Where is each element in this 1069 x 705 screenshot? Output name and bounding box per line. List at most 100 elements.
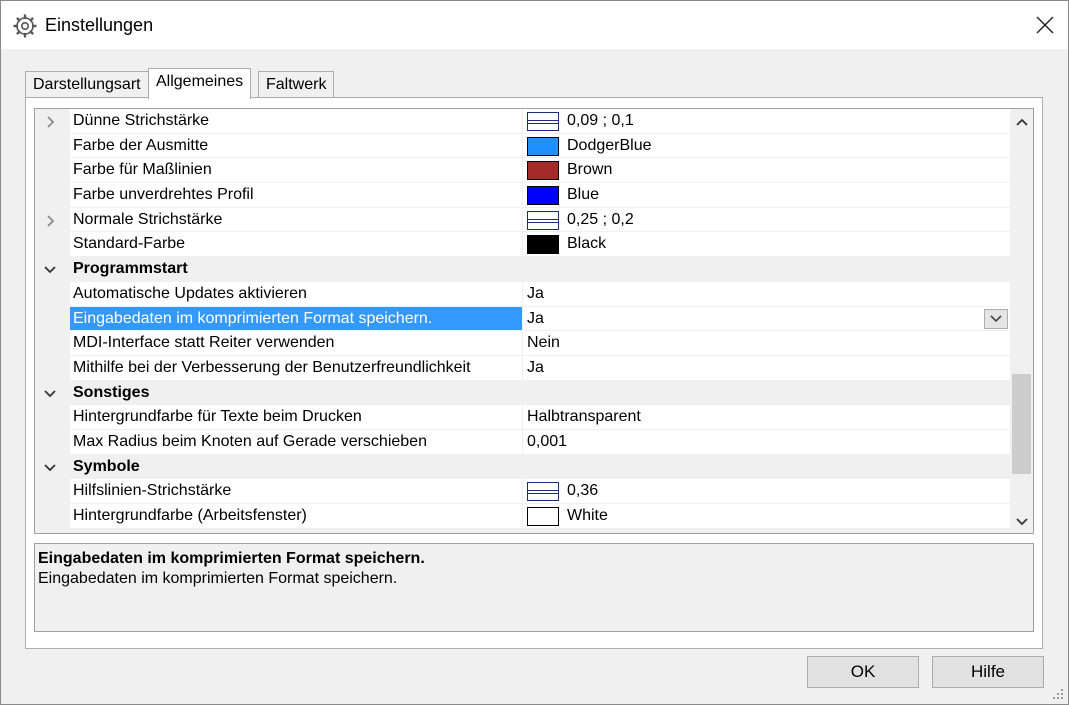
property-row[interactable]: Automatische Updates aktivieren Ja — [35, 281, 1010, 307]
row-margin — [35, 504, 70, 528]
property-value: Ja — [527, 309, 544, 327]
tab-allgemeines[interactable]: Allgemeines — [148, 68, 252, 99]
property-value-cell[interactable]: Halbtransparent — [523, 405, 1010, 429]
property-name[interactable]: Hintergrundfarbe für Texte beim Drucken — [70, 405, 522, 429]
close-button[interactable] — [1022, 1, 1068, 49]
property-value-cell[interactable]: 0,001 — [523, 429, 1010, 454]
property-value-cell[interactable]: Ja — [523, 281, 1010, 306]
color-swatch — [527, 161, 559, 181]
row-margin — [35, 183, 70, 207]
row-margin — [35, 232, 70, 257]
property-value-cell[interactable]: DodgerBlue — [523, 133, 1010, 158]
property-value: Black — [567, 235, 607, 253]
category-row[interactable]: Sonstiges — [35, 380, 1010, 406]
category-row[interactable]: Symbole — [35, 454, 1010, 480]
property-value: Ja — [527, 284, 544, 302]
property-row[interactable]: Farbe für Maßlinien Brown — [35, 158, 1010, 184]
property-row[interactable]: Eingabedaten im komprimierten Format spe… — [35, 306, 1010, 332]
line-weight-preview-icon — [527, 482, 559, 502]
help-button[interactable]: Hilfe — [932, 656, 1044, 688]
property-name[interactable]: MDI-Interface statt Reiter verwenden — [70, 331, 522, 355]
scroll-up-button[interactable] — [1010, 111, 1033, 133]
row-margin — [35, 158, 70, 183]
line-weight-preview-icon — [527, 112, 559, 131]
category-label[interactable]: Sonstiges — [70, 380, 522, 405]
description-body: Eingabedaten im komprimierten Format spe… — [38, 570, 398, 587]
property-value-cell[interactable]: White — [523, 504, 1010, 528]
property-row[interactable]: Max Radius beim Knoten auf Gerade versch… — [35, 429, 1010, 455]
settings-dialog: Einstellungen Darstellungsart Allgemeine… — [0, 0, 1069, 705]
property-name[interactable]: Standard-Farbe — [70, 232, 522, 257]
property-name[interactable]: Farbe unverdrehtes Profil — [70, 183, 522, 207]
property-row[interactable]: Dünne Strichstärke 0,09 ; 0,1 — [35, 109, 1010, 134]
property-value: 0,001 — [527, 432, 568, 450]
row-margin — [35, 306, 70, 331]
property-value: White — [567, 507, 608, 524]
category-label[interactable]: Symbole — [70, 454, 522, 479]
property-row[interactable]: Hintergrundfarbe (Arbeitsfenster) White — [35, 504, 1010, 529]
property-row[interactable]: Hintergrundfarbe für Texte beim Drucken H… — [35, 405, 1010, 430]
color-swatch — [527, 507, 559, 526]
category-fill — [523, 257, 1010, 281]
property-name[interactable]: Hilfslinien-Strichstärke — [70, 479, 522, 503]
chevron-down-icon[interactable] — [43, 387, 57, 401]
category-label[interactable]: Programmstart — [70, 257, 522, 281]
color-swatch — [527, 136, 559, 156]
dropdown-button[interactable] — [984, 308, 1008, 329]
property-row[interactable]: Normale Strichstärke 0,25 ; 0,2 — [35, 207, 1010, 233]
property-name[interactable]: Normale Strichstärke — [70, 207, 522, 232]
property-name[interactable]: Mithilfe bei der Verbesserung der Benutz… — [70, 355, 522, 380]
property-row[interactable]: Hilfslinien-Strichstärke 0,36 — [35, 479, 1010, 504]
property-value: 0,36 — [567, 482, 599, 500]
property-value-cell[interactable]: 0,36 — [523, 479, 1010, 503]
property-name[interactable]: Dünne Strichstärke — [70, 109, 522, 133]
property-row[interactable]: Standard-Farbe Black — [35, 232, 1010, 258]
chevron-down-icon[interactable] — [43, 461, 57, 475]
property-name[interactable]: Eingabedaten im komprimierten Format spe… — [70, 306, 522, 331]
chevron-down-icon — [1015, 518, 1028, 526]
property-value: Blue — [567, 186, 600, 204]
property-name[interactable]: Max Radius beim Knoten auf Gerade versch… — [70, 429, 522, 454]
property-name[interactable]: Automatische Updates aktivieren — [70, 281, 522, 306]
tab-faltwerk[interactable]: Faltwerk — [258, 71, 335, 98]
property-value: Halbtransparent — [527, 408, 641, 426]
property-name[interactable]: Farbe der Ausmitte — [70, 133, 522, 158]
property-value-cell[interactable]: Brown — [523, 158, 1010, 183]
property-value: 0,25 ; 0,2 — [567, 210, 634, 228]
property-value-cell[interactable]: Ja — [523, 355, 1010, 380]
vertical-scrollbar[interactable] — [1010, 109, 1033, 533]
property-value-cell[interactable]: 0,09 ; 0,1 — [523, 109, 1010, 133]
property-rows: Dünne Strichstärke 0,09 ; 0,1 Farbe der Au… — [35, 109, 1010, 529]
property-value-cell[interactable]: Nein — [523, 331, 1010, 355]
property-name[interactable]: Hintergrundfarbe (Arbeitsfenster) — [70, 504, 522, 528]
property-value: DodgerBlue — [567, 136, 652, 154]
property-value-cell[interactable]: Black — [523, 232, 1010, 257]
property-value-cell[interactable]: 0,25 ; 0,2 — [523, 207, 1010, 232]
row-margin — [35, 355, 70, 380]
chevron-down-icon[interactable] — [43, 263, 57, 277]
property-row[interactable]: MDI-Interface statt Reiter verwenden Nein — [35, 331, 1010, 356]
scroll-down-button[interactable] — [1010, 511, 1033, 533]
scroll-thumb[interactable] — [1012, 374, 1031, 474]
gear-icon — [13, 14, 37, 38]
chevron-right-icon[interactable] — [43, 115, 57, 129]
color-swatch — [527, 235, 559, 255]
property-value: Ja — [527, 358, 544, 376]
row-margin — [35, 479, 70, 503]
property-value: Brown — [567, 161, 613, 179]
category-row[interactable]: Programmstart — [35, 257, 1010, 282]
chevron-right-icon[interactable] — [43, 214, 57, 228]
property-row[interactable]: Mithilfe bei der Verbesserung der Benutz… — [35, 355, 1010, 381]
tab-darstellungsart[interactable]: Darstellungsart — [25, 71, 149, 98]
property-value-cell[interactable]: Ja — [523, 306, 1010, 331]
row-margin — [35, 405, 70, 429]
resize-grip-icon[interactable] — [1050, 686, 1064, 700]
property-row[interactable]: Farbe unverdrehtes Profil Blue — [35, 183, 1010, 208]
line-weight-preview-icon — [527, 210, 559, 230]
ok-button[interactable]: OK — [807, 656, 919, 688]
property-name[interactable]: Farbe für Maßlinien — [70, 158, 522, 183]
row-margin — [35, 281, 70, 306]
property-row[interactable]: Farbe der Ausmitte DodgerBlue — [35, 133, 1010, 159]
property-value-cell[interactable]: Blue — [523, 183, 1010, 207]
property-value: Nein — [527, 334, 560, 352]
